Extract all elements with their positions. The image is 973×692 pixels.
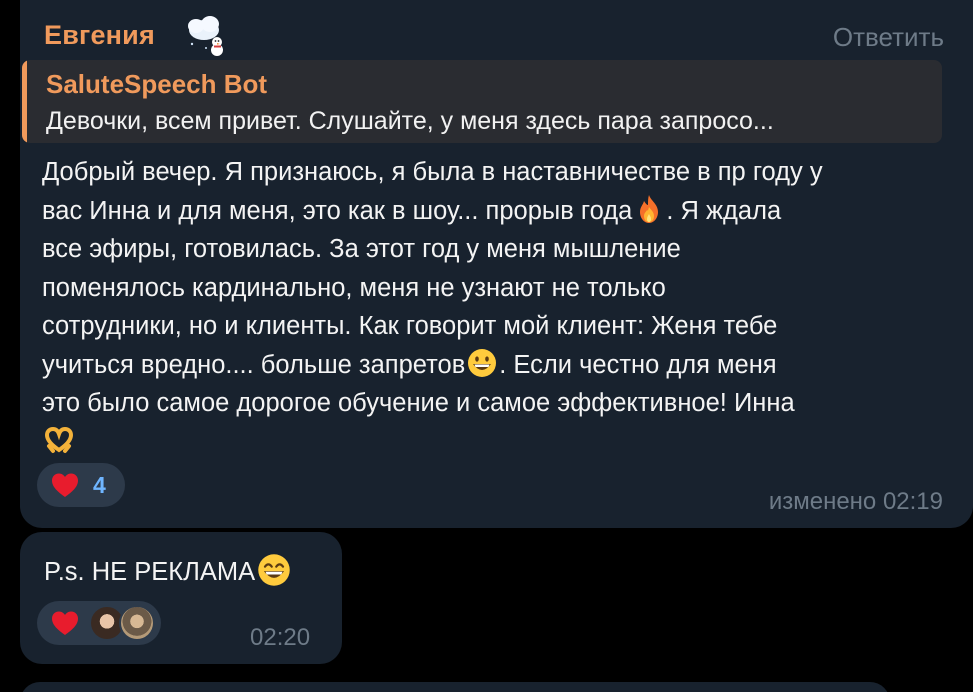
quoted-message[interactable]: SaluteSpeech Bot Девочки, всем привет. С…	[22, 60, 942, 143]
grinning-face-icon	[468, 348, 497, 377]
reaction-heart[interactable]	[37, 601, 161, 645]
reaction-count: 4	[93, 472, 106, 498]
message-line-text: все эфиры, готовилась. За этот год у мен…	[42, 235, 681, 263]
message-line-text: учиться вредно.... больше запретов	[42, 350, 466, 379]
snowman-cloud-icon	[188, 16, 223, 56]
reaction-heart[interactable]: 4	[37, 463, 125, 507]
heart-hands-icon	[44, 426, 74, 453]
message-line-text: Добрый вечер. Я признаюсь, я была в наст…	[42, 158, 823, 186]
quote-author: SaluteSpeech Bot	[46, 69, 268, 99]
sender-name[interactable]: Евгения	[44, 20, 155, 51]
message-line: поменялось кардинально, меня не узнают н…	[42, 269, 947, 308]
message-line-text: . Я ждала	[666, 196, 782, 225]
message-line-text: сотрудники, но и клиенты. Как говорит мо…	[42, 312, 778, 340]
grinning-face-icon	[258, 554, 290, 586]
message-line-text: это было самое дорогое обучение и самое …	[42, 389, 795, 417]
message-line-text: P.s. НЕ РЕКЛАМА	[44, 558, 256, 586]
quote-text: Девочки, всем привет. Слушайте, у меня з…	[46, 107, 774, 135]
message-line: все эфиры, готовилась. За этот год у мен…	[42, 230, 947, 269]
message-text: P.s. НЕ РЕКЛАМА	[44, 552, 293, 588]
message-timestamp: изменено 02:19	[768, 488, 943, 515]
message-line-text: вас Инна и для меня, это как в шоу... пр…	[42, 196, 633, 225]
message-bubble[interactable]	[20, 682, 890, 692]
message-line: вас Инна и для меня, это как в шоу... пр…	[42, 192, 947, 231]
message-text: Добрый вечер. Я признаюсь, я была в наст…	[42, 153, 947, 461]
reply-button[interactable]: Ответить	[833, 22, 944, 53]
message-line-text: поменялось кардинально, меня не узнают н…	[42, 273, 666, 302]
chat-view: Евгения Ответить SaluteSpeech Bot Девочк…	[0, 0, 973, 692]
message-timestamp: 02:20	[250, 624, 311, 651]
message-line: это было самое дорогое обучение и самое …	[42, 384, 947, 423]
fire-icon	[640, 194, 659, 223]
message-line-text: . Если честно для меня	[499, 350, 777, 379]
message-header: Евгения Ответить	[44, 16, 944, 56]
message-line: сотрудники, но и клиенты. Как говорит мо…	[42, 307, 947, 346]
quote-accent-bar	[22, 60, 27, 143]
message-line: учиться вредно.... больше запретов . Есл…	[42, 346, 947, 385]
red-heart-icon	[52, 611, 78, 635]
user-avatar	[119, 605, 155, 641]
message-line: Добрый вечер. Я признаюсь, я была в наст…	[42, 153, 947, 192]
red-heart-icon	[52, 473, 78, 497]
message-line	[42, 423, 947, 462]
